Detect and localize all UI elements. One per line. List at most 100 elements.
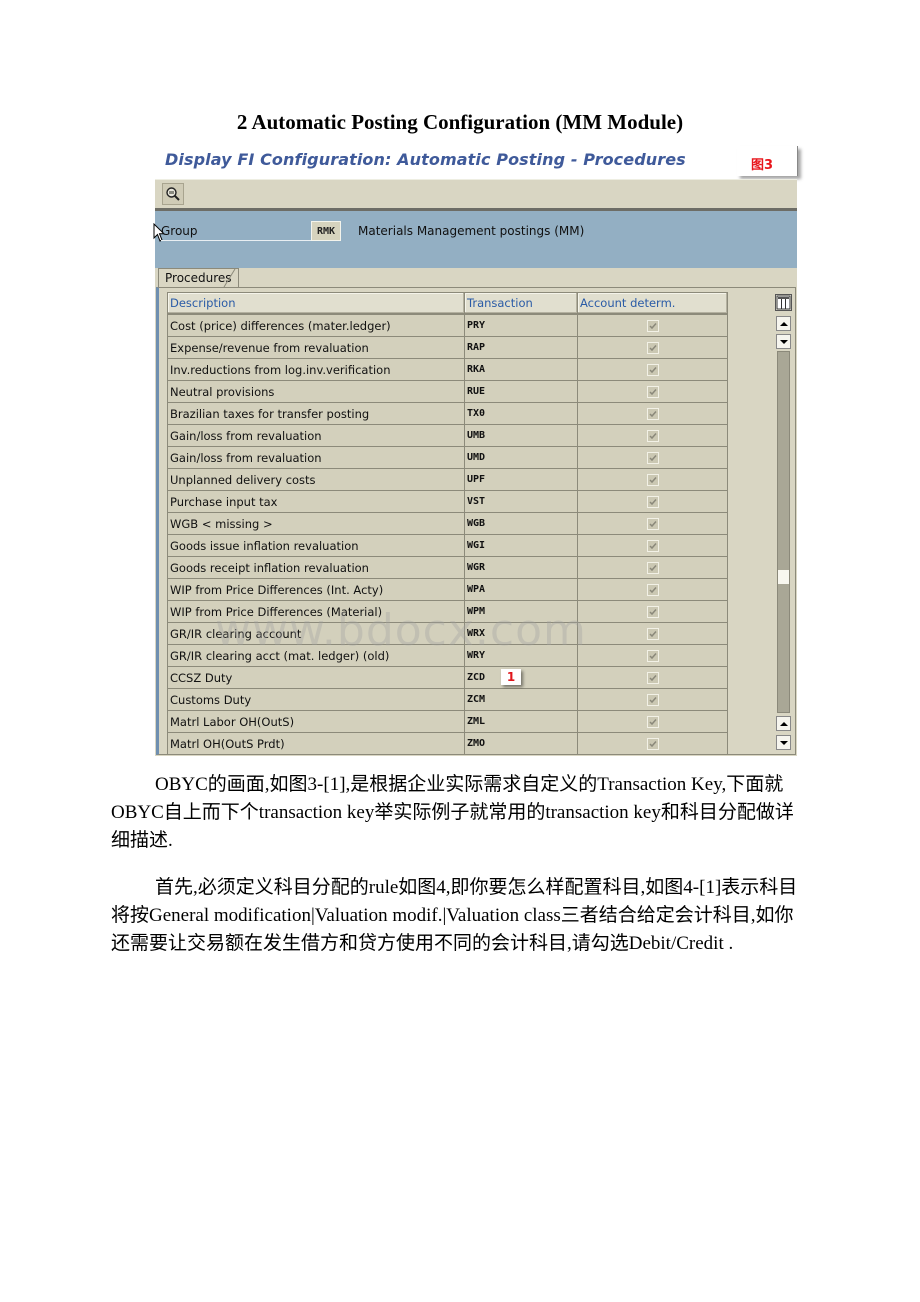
cell-description: Goods issue inflation revaluation [167, 534, 465, 557]
account-determ-checkbox[interactable] [646, 496, 659, 508]
cell-description: GR/IR clearing account [167, 622, 465, 645]
cell-transaction: WRX [464, 622, 578, 645]
account-determ-checkbox[interactable] [646, 738, 659, 750]
transaction-key: WGB [467, 518, 486, 529]
table-header-row: Description Transaction Account determ. [167, 292, 728, 315]
vertical-scrollbar[interactable] [777, 351, 790, 713]
table-row[interactable]: Goods receipt inflation revaluation WGR [167, 556, 728, 579]
account-determ-checkbox[interactable] [646, 628, 659, 640]
cell-account-determ [577, 732, 728, 755]
screen-title: Display FI Configuration: Automatic Post… [165, 150, 686, 169]
cell-description: Brazilian taxes for transfer posting [167, 402, 465, 425]
table-row[interactable]: Expense/revenue from revaluation RAP [167, 336, 728, 359]
transaction-key: ZML [467, 716, 486, 727]
account-determ-checkbox[interactable] [646, 452, 659, 464]
tab-edge [223, 268, 236, 288]
table-row[interactable]: GR/IR clearing acct (mat. ledger) (old) W… [167, 644, 728, 667]
account-determ-checkbox[interactable] [646, 694, 659, 706]
transaction-key: ZMO [467, 738, 486, 749]
cell-transaction: WRY [464, 644, 578, 667]
scroll-page-up-button[interactable] [776, 716, 791, 731]
account-determ-checkbox[interactable] [646, 408, 659, 420]
account-determ-checkbox[interactable] [646, 584, 659, 596]
cell-account-determ [577, 688, 728, 711]
account-determ-checkbox[interactable] [646, 474, 659, 486]
table-row[interactable]: CCSZ Duty ZCD 1 [167, 666, 728, 689]
transaction-key: PRY [467, 320, 486, 331]
checkmark-icon [648, 631, 657, 638]
cell-account-determ [577, 600, 728, 623]
account-determ-checkbox[interactable] [646, 386, 659, 398]
cell-account-determ [577, 446, 728, 469]
cell-transaction: PRY [464, 313, 578, 337]
account-determ-checkbox[interactable] [646, 562, 659, 574]
account-determ-checkbox[interactable] [646, 342, 659, 354]
cell-account-determ [577, 622, 728, 645]
account-determ-checkbox[interactable] [646, 518, 659, 530]
group-value-field[interactable]: RMK [311, 221, 341, 241]
checkmark-icon [648, 345, 657, 352]
cell-transaction: UPF [464, 468, 578, 491]
application-toolbar [155, 179, 797, 211]
table-row[interactable]: Brazilian taxes for transfer posting TX0 [167, 402, 728, 425]
column-header-description[interactable]: Description [167, 292, 465, 315]
scrollbar-thumb[interactable] [778, 570, 789, 584]
cell-transaction: WPM [464, 600, 578, 623]
checkmark-icon [648, 609, 657, 616]
account-determ-checkbox[interactable] [646, 672, 659, 684]
table-row[interactable]: Neutral provisions RUE [167, 380, 728, 403]
table-row[interactable]: Matrl Labor OH(OutS) ZML [167, 710, 728, 733]
transaction-key: WRX [467, 628, 486, 639]
cell-transaction: RUE [464, 380, 578, 403]
checkmark-icon [648, 565, 657, 572]
table-row[interactable]: Customs Duty ZCM [167, 688, 728, 711]
column-header-transaction[interactable]: Transaction [464, 292, 578, 315]
account-determ-checkbox[interactable] [646, 540, 659, 552]
table-row[interactable]: Inv.reductions from log.inv.verification… [167, 358, 728, 381]
table-row[interactable]: Gain/loss from revaluation UMD [167, 446, 728, 469]
cell-account-determ [577, 336, 728, 359]
table-body: Cost (price) differences (mater.ledger) P… [167, 313, 728, 755]
find-button[interactable] [162, 183, 184, 205]
table-row[interactable]: Gain/loss from revaluation UMB [167, 424, 728, 447]
table-row[interactable]: Goods issue inflation revaluation WGI [167, 534, 728, 557]
scroll-up-button[interactable] [776, 316, 791, 331]
column-settings-button[interactable] [775, 294, 792, 311]
document-heading: 2 Automatic Posting Configuration (MM Mo… [236, 110, 684, 134]
checkmark-icon [648, 455, 657, 462]
table-row[interactable]: WIP from Price Differences (Material) WPM [167, 600, 728, 623]
transaction-key: TX0 [467, 408, 486, 419]
column-header-account-determ[interactable]: Account determ. [577, 292, 728, 315]
table-row[interactable]: Cost (price) differences (mater.ledger) P… [167, 313, 728, 337]
transaction-key: VST [467, 496, 486, 507]
cell-account-determ [577, 424, 728, 447]
scroll-down-button[interactable] [776, 334, 791, 349]
table-row[interactable]: Unplanned delivery costs UPF [167, 468, 728, 491]
transaction-key: WPA [467, 584, 486, 595]
account-determ-checkbox[interactable] [646, 320, 659, 332]
table-row[interactable]: Matrl OH(OutS Prdt) ZMO [167, 732, 728, 755]
find-icon [166, 187, 180, 201]
cell-description: Neutral provisions [167, 380, 465, 403]
paragraph-1: OBYC的画面,如图3-[1],是根据企业实际需求自定义的Transaction… [111, 774, 794, 851]
cell-account-determ [577, 578, 728, 601]
account-determ-checkbox[interactable] [646, 364, 659, 376]
figure-label: 图3 [737, 146, 798, 176]
account-determ-checkbox[interactable] [646, 716, 659, 728]
transaction-key: UMD [467, 452, 486, 463]
checkmark-icon [648, 741, 657, 748]
cell-description: Purchase input tax [167, 490, 465, 513]
table-row[interactable]: Purchase input tax VST [167, 490, 728, 513]
table-row[interactable]: WIP from Price Differences (Int. Acty) WP… [167, 578, 728, 601]
table-row[interactable]: GR/IR clearing account WRX [167, 622, 728, 645]
scroll-page-down-button[interactable] [776, 735, 791, 750]
account-determ-checkbox[interactable] [646, 430, 659, 442]
table-row[interactable]: WGB < missing > WGB [167, 512, 728, 535]
cell-description: Unplanned delivery costs [167, 468, 465, 491]
account-determ-checkbox[interactable] [646, 606, 659, 618]
account-determ-checkbox[interactable] [646, 650, 659, 662]
checkmark-icon [648, 675, 657, 682]
cell-description: Goods receipt inflation revaluation [167, 556, 465, 579]
checkmark-icon [648, 367, 657, 374]
cell-transaction: UMB [464, 424, 578, 447]
